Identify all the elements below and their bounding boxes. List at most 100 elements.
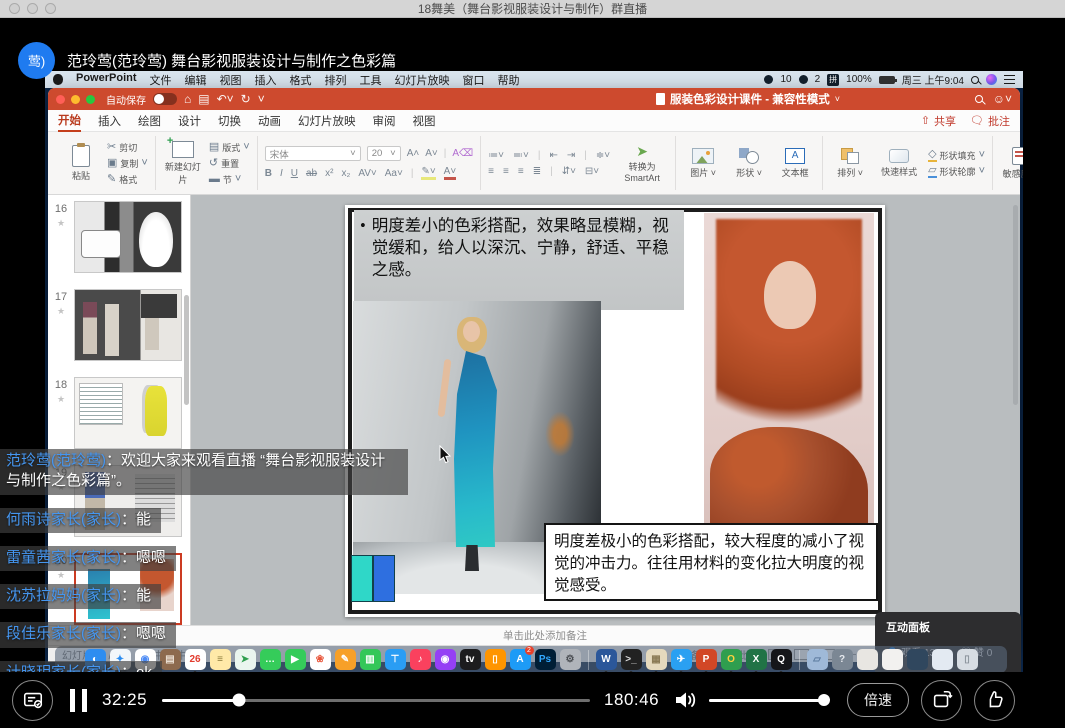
like-button[interactable] bbox=[974, 680, 1015, 721]
format-painter-button[interactable]: ✎格式 bbox=[107, 173, 148, 186]
sensitivity-button[interactable]: 敏感度 ˅ bbox=[1000, 147, 1023, 180]
seek-bar[interactable] bbox=[162, 699, 590, 702]
chat-sender-name[interactable]: 沈苏拉妈妈(家长) bbox=[6, 587, 121, 604]
align-center-button[interactable]: ≡ bbox=[503, 166, 509, 177]
layout-button[interactable]: ▤版式˅ bbox=[209, 141, 250, 154]
playback-speed-button[interactable]: 倍速 bbox=[847, 683, 909, 717]
ppt-traffic-lights[interactable] bbox=[56, 95, 95, 104]
dock-settings-icon[interactable]: ⚙ bbox=[560, 649, 581, 670]
highlight-button[interactable]: ✎˅ bbox=[421, 166, 435, 180]
slide-canvas[interactable]: • 明度差小的色彩搭配，效果略显模糊，视觉缓和，给人以深沉、宁静，舒适、平稳之感… bbox=[345, 205, 885, 617]
font-size-select[interactable]: 20˅ bbox=[367, 146, 401, 161]
dock-podcasts-icon[interactable]: ◉ bbox=[435, 649, 456, 670]
char-spacing-button[interactable]: AV˅ bbox=[358, 168, 376, 179]
shape-outline-button[interactable]: ▱形状轮廓˅ bbox=[928, 165, 985, 178]
dock-apple-tv-icon[interactable]: tv bbox=[460, 649, 481, 670]
subscript-button[interactable]: x₂ bbox=[341, 168, 350, 179]
shape-fill-button[interactable]: ◇形状填充˅ bbox=[928, 149, 985, 162]
align-left-button[interactable]: ≡ bbox=[488, 166, 494, 177]
slide-bullet-text[interactable]: • 明度差小的色彩搭配，效果略显模糊，视觉缓和，给人以深沉、宁静，舒适、平稳之感… bbox=[354, 210, 684, 310]
volume-knob[interactable] bbox=[818, 694, 830, 706]
volume-slider[interactable] bbox=[709, 699, 827, 702]
chat-panel-button[interactable] bbox=[12, 680, 53, 721]
copy-button[interactable]: ▣复制˅ bbox=[107, 157, 148, 170]
align-right-button[interactable]: ≡ bbox=[518, 166, 524, 177]
chat-sender-name[interactable]: 雷童茜家长(家长) bbox=[6, 549, 121, 566]
section-button[interactable]: ▬节˅ bbox=[209, 173, 250, 186]
autosave-toggle[interactable] bbox=[153, 93, 177, 105]
dock-qq-icon[interactable]: Q bbox=[771, 649, 792, 670]
save-icon[interactable]: ▤ bbox=[198, 93, 209, 105]
comments-button[interactable]: 🗨 批注 bbox=[970, 113, 1010, 129]
pause-button[interactable] bbox=[70, 689, 87, 712]
dock-minimized-window-3-icon[interactable] bbox=[907, 649, 928, 670]
quick-styles-button[interactable]: 快速样式 bbox=[876, 149, 922, 178]
grow-font-icon[interactable]: A˄ bbox=[407, 148, 420, 159]
cut-button[interactable]: ✂剪切 bbox=[107, 141, 148, 154]
slide-area-scrollbar[interactable] bbox=[1013, 205, 1018, 405]
dock-downloads-folder-icon[interactable]: ▱ bbox=[807, 649, 828, 670]
menu-item-窗口[interactable]: 窗口 bbox=[463, 72, 485, 88]
notification-bell-icon[interactable] bbox=[764, 75, 773, 84]
ribbon-tab-设计[interactable]: 设计 bbox=[178, 110, 201, 132]
siri-icon[interactable] bbox=[986, 74, 997, 85]
share-button[interactable]: ⇧ 共享 bbox=[921, 113, 956, 129]
dock-trash-icon[interactable]: ▯ bbox=[957, 649, 978, 670]
update-badge-icon[interactable] bbox=[799, 75, 808, 84]
doc-title-chevron-icon[interactable]: ˅ bbox=[835, 94, 840, 104]
numbering-button[interactable]: ≕˅ bbox=[513, 150, 529, 161]
dock-books-icon[interactable]: ▯ bbox=[485, 649, 506, 670]
textbox-button[interactable]: A 文本框 bbox=[775, 148, 815, 179]
change-case-button[interactable]: Aa˅ bbox=[385, 168, 403, 179]
smartart-button[interactable]: ➤ 转换为SmartArt bbox=[616, 144, 668, 183]
thumbnail-image[interactable] bbox=[74, 201, 182, 273]
indent-button[interactable]: ⇥ bbox=[567, 150, 575, 161]
dock-missing-app-icon[interactable]: ? bbox=[832, 649, 853, 670]
dock-minimized-window-4-icon[interactable] bbox=[932, 649, 953, 670]
input-method-icon[interactable]: 拼 bbox=[827, 74, 839, 86]
ribbon-tab-幻灯片放映[interactable]: 幻灯片放映 bbox=[298, 110, 356, 132]
slide-thumbnail-17[interactable]: 17★ bbox=[48, 289, 191, 361]
strikethrough-button[interactable]: ab bbox=[306, 168, 317, 179]
menu-item-幻灯片放映[interactable]: 幻灯片放映 bbox=[395, 72, 450, 88]
dock-music-icon[interactable]: ♪ bbox=[410, 649, 431, 670]
thumbnail-image[interactable] bbox=[74, 377, 182, 449]
dock-dingtalk-icon[interactable]: ✈ bbox=[671, 649, 692, 670]
shapes-button[interactable]: 形状 ˅ bbox=[729, 148, 769, 179]
dock-minimized-window-1-icon[interactable] bbox=[857, 649, 878, 670]
bullets-button[interactable]: ≔˅ bbox=[488, 150, 504, 161]
dock-archive-utility-icon[interactable]: ▦ bbox=[646, 649, 667, 670]
chat-sender-name[interactable]: 何雨诗家长(家长) bbox=[6, 511, 121, 528]
feedback-smiley-icon[interactable]: ☺˅ bbox=[993, 93, 1012, 105]
arrange-button[interactable]: 排列 ˅ bbox=[830, 148, 870, 179]
rotate-screen-button[interactable] bbox=[921, 680, 962, 721]
dock-open-app-icon[interactable]: O bbox=[721, 649, 742, 670]
menubar-clock[interactable]: 周三 上午9:04 bbox=[902, 72, 964, 87]
reset-button[interactable]: ↺重置 bbox=[209, 157, 250, 170]
slide-thumbnail-16[interactable]: 16★ bbox=[48, 201, 191, 273]
chat-sender-name[interactable]: 范玲莺(范玲莺) bbox=[6, 452, 106, 469]
ribbon-tab-动画[interactable]: 动画 bbox=[258, 110, 281, 132]
home-icon[interactable]: ⌂ bbox=[184, 93, 191, 105]
align-text-button[interactable]: ⊟˅ bbox=[585, 166, 599, 177]
dock-word-icon[interactable]: W bbox=[596, 649, 617, 670]
shrink-font-icon[interactable]: A˅ bbox=[425, 148, 438, 159]
underline-button[interactable]: U bbox=[291, 168, 298, 179]
justify-button[interactable]: ≣ bbox=[533, 166, 541, 177]
clear-format-icon[interactable]: A⌫ bbox=[452, 148, 473, 159]
italic-button[interactable]: I bbox=[280, 168, 283, 179]
ribbon-tab-绘图[interactable]: 绘图 bbox=[138, 110, 161, 132]
thumbnail-image[interactable] bbox=[74, 289, 182, 361]
seek-knob[interactable] bbox=[233, 694, 246, 707]
slide-caption-text[interactable]: 明度差极小的色彩搭配，较大程度的减小了视觉的冲击力。往往用材料的变化拉大明度的视… bbox=[544, 523, 878, 601]
font-name-select[interactable]: 宋体˅ bbox=[265, 146, 361, 161]
superscript-button[interactable]: x² bbox=[325, 168, 333, 179]
picture-button[interactable]: 图片 ˅ bbox=[683, 148, 723, 179]
ribbon-tab-视图[interactable]: 视图 bbox=[413, 110, 436, 132]
paste-button[interactable]: 粘贴 bbox=[61, 145, 101, 182]
dock-minimized-window-2-icon[interactable] bbox=[882, 649, 903, 670]
slide-thumbnail-18[interactable]: 18★ bbox=[48, 377, 191, 449]
redo-icon[interactable]: ↻ bbox=[241, 93, 251, 105]
font-color-button[interactable]: A˅ bbox=[444, 166, 457, 180]
spotlight-search-icon[interactable] bbox=[971, 76, 979, 84]
